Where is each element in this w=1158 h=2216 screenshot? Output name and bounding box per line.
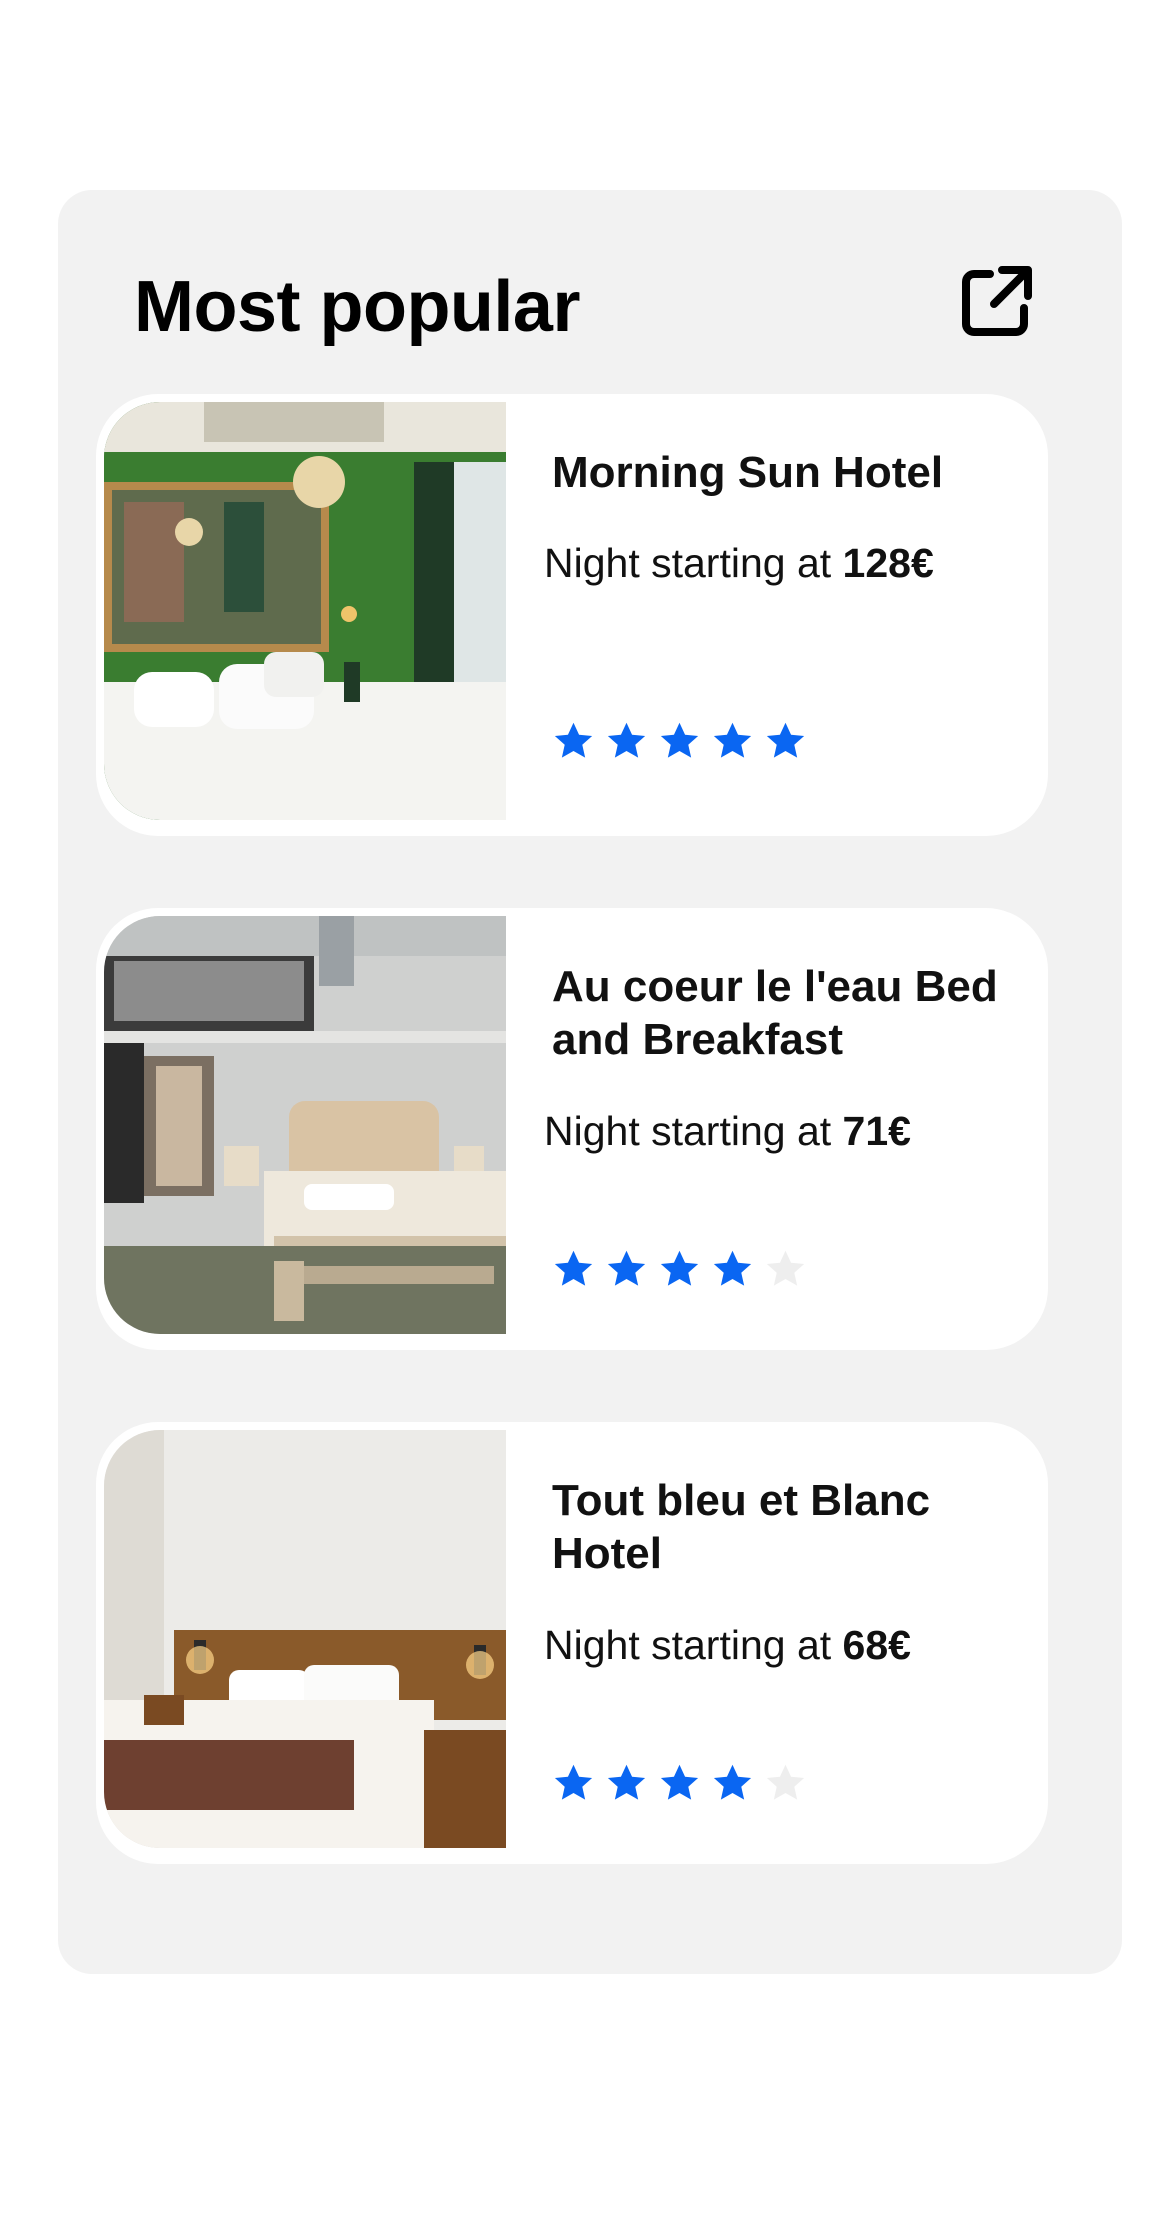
star-filled-icon: [554, 1250, 593, 1286]
panel-header: Most popular: [134, 262, 1036, 352]
star-filled-icon: [713, 722, 752, 758]
star-filled-icon: [660, 1764, 699, 1800]
rating-stars: [552, 720, 807, 763]
star-filled-icon: [607, 722, 646, 758]
price-prefix: Night starting at: [544, 1622, 832, 1668]
price-line: Night starting at 68€: [544, 1622, 911, 1669]
price-line: Night starting at 71€: [544, 1108, 911, 1155]
hotel-card[interactable]: Morning Sun Hotel Night starting at 128€: [96, 394, 1048, 836]
price-line: Night starting at 128€: [544, 540, 934, 587]
price-value: 128€: [842, 540, 934, 586]
hotel-name: Tout bleu et Blanc Hotel: [552, 1476, 931, 1578]
hotel-room-loft-photo: [104, 916, 506, 1334]
star-empty-icon: [766, 1764, 805, 1800]
star-filled-icon: [713, 1764, 752, 1800]
hotel-room-white-photo: [104, 1430, 506, 1848]
star-filled-icon: [660, 1250, 699, 1286]
price-value: 68€: [842, 1622, 911, 1668]
price-prefix: Night starting at: [544, 540, 832, 586]
rating-stars: [552, 1762, 807, 1805]
star-filled-icon: [660, 722, 699, 758]
hotel-name: Morning Sun Hotel: [552, 448, 944, 497]
price-value: 71€: [842, 1108, 911, 1154]
star-filled-icon: [766, 722, 805, 758]
hotel-room-green-photo: [104, 402, 506, 820]
rating-stars: [552, 1248, 807, 1291]
hotel-card[interactable]: Au coeur le l'eau Bed and Breakfast Nigh…: [96, 908, 1048, 1350]
hotel-name: Au coeur le l'eau Bed and Breakfast: [552, 962, 998, 1064]
price-prefix: Night starting at: [544, 1108, 832, 1154]
star-filled-icon: [607, 1250, 646, 1286]
star-filled-icon: [713, 1250, 752, 1286]
most-popular-panel: Most popular Morning Sun Hotel Night sta…: [58, 190, 1122, 1974]
panel-title: Most popular: [134, 267, 580, 347]
star-filled-icon: [554, 1764, 593, 1800]
star-filled-icon: [554, 722, 593, 758]
hotel-card[interactable]: Tout bleu et Blanc Hotel Night starting …: [96, 1422, 1048, 1864]
star-empty-icon: [766, 1250, 805, 1286]
star-filled-icon: [607, 1764, 646, 1800]
external-link-icon[interactable]: [956, 262, 1036, 342]
